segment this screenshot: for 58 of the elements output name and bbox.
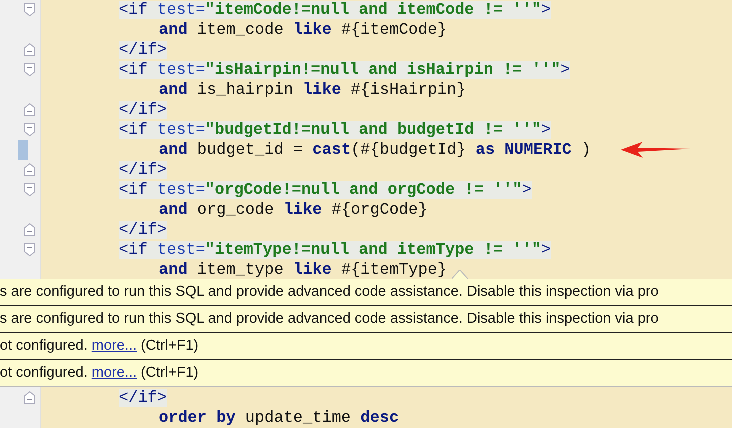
string-token: "itemCode!=null and itemCode != ''" bbox=[205, 1, 542, 19]
keyword-token: and bbox=[159, 141, 188, 159]
keyword-token: like bbox=[303, 81, 342, 99]
keyword-token: cast bbox=[312, 141, 352, 159]
code-text: #{isHairpin} bbox=[350, 81, 466, 99]
keyword-token: desc bbox=[360, 409, 400, 427]
tag-token: </if> bbox=[119, 389, 168, 407]
shortcut-text: (Ctrl+F1) bbox=[141, 338, 199, 354]
attribute-token: test= bbox=[157, 181, 206, 199]
tag-token: <if bbox=[119, 61, 149, 79]
tooltip-text: ot configured. bbox=[0, 338, 88, 354]
tag-token: > bbox=[560, 61, 570, 79]
tooltip-text: s are configured to run this SQL and provide advanced code assistance. Disable this inspection via pro bbox=[0, 284, 659, 300]
tag-token: > bbox=[541, 121, 552, 139]
code-text: org_code bbox=[196, 201, 276, 219]
code-text: ) bbox=[580, 141, 592, 159]
keyword-token: and bbox=[159, 21, 188, 39]
attribute-token: test= bbox=[157, 1, 206, 19]
keyword-token: like bbox=[284, 201, 322, 219]
tag-token: > bbox=[541, 241, 552, 259]
code-text: is_hairpin bbox=[196, 81, 294, 99]
tag-token: > bbox=[522, 181, 532, 199]
tooltip-text: s are configured to run this SQL and provide advanced code assistance. Disable this inspection via pro bbox=[0, 311, 659, 327]
keyword-token: as NUMERIC bbox=[476, 141, 572, 159]
tag-token: <if bbox=[119, 1, 149, 19]
attribute-token: test= bbox=[157, 241, 206, 259]
code-text: item_code bbox=[196, 21, 285, 39]
code-text: item_type bbox=[196, 261, 285, 279]
string-token: "orgCode!=null and orgCode != ''" bbox=[205, 181, 522, 199]
string-token: "isHairpin!=null and isHairpin != ''" bbox=[205, 61, 561, 79]
code-text: #{itemCode} bbox=[340, 21, 448, 39]
tag-token: <if bbox=[119, 241, 149, 259]
keyword-token: like bbox=[293, 261, 332, 279]
tag-token: <if bbox=[119, 181, 149, 199]
keyword-token: like bbox=[293, 21, 332, 39]
tag-token: </if> bbox=[119, 41, 168, 59]
tag-token: </if> bbox=[119, 161, 168, 179]
tag-token: </if> bbox=[119, 101, 168, 119]
keyword-token: order by bbox=[159, 409, 236, 427]
tag-token: <if bbox=[119, 121, 149, 139]
keyword-token: and bbox=[159, 201, 188, 219]
more-link[interactable]: more... bbox=[92, 338, 137, 354]
string-token: "budgetId!=null and budgetId != ''" bbox=[205, 121, 542, 139]
code-text: #{orgCode} bbox=[330, 201, 428, 219]
keyword-token: and bbox=[159, 261, 188, 279]
tooltip-text: ot configured. bbox=[0, 365, 88, 381]
code-text: (#{budgetId} bbox=[351, 141, 468, 159]
code-text: update_time bbox=[244, 409, 352, 427]
shortcut-text: (Ctrl+F1) bbox=[141, 365, 199, 381]
more-link[interactable]: more... bbox=[92, 365, 137, 381]
keyword-token: and bbox=[159, 81, 188, 99]
tag-token: </if> bbox=[119, 221, 168, 239]
code-text: budget_id = bbox=[196, 141, 304, 159]
code-text: #{itemType} bbox=[340, 261, 448, 279]
string-token: "itemType!=null and itemType != ''" bbox=[205, 241, 542, 259]
attribute-token: test= bbox=[157, 61, 206, 79]
tag-token: > bbox=[541, 1, 552, 19]
attribute-token: test= bbox=[157, 121, 206, 139]
